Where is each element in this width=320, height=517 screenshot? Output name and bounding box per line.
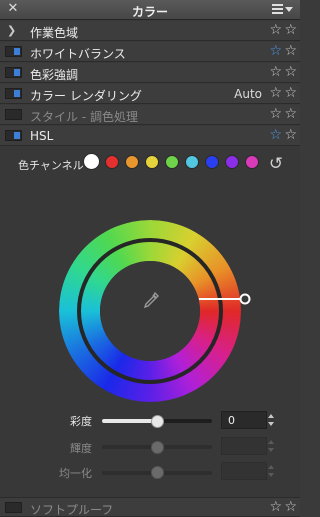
star-icon[interactable]: ☆ <box>269 85 282 101</box>
luminance-slider-knob[interactable] <box>151 441 164 454</box>
saturation-stepper[interactable] <box>267 411 275 429</box>
section-white-balance[interactable]: ホワイトバランス ☆ ☆ <box>0 42 300 62</box>
star-icon[interactable]: ☆ <box>284 127 297 143</box>
star-icon[interactable]: ☆ <box>284 85 297 101</box>
enable-checkbox[interactable] <box>5 88 22 99</box>
enable-checkbox[interactable] <box>5 109 22 120</box>
luminance-value-field[interactable] <box>221 437 267 455</box>
star-icon[interactable]: ☆ <box>284 499 297 515</box>
hue-color-wheel[interactable] <box>59 220 251 402</box>
uniformity-slider-knob[interactable] <box>151 466 164 479</box>
section-label: 色彩強調 <box>30 68 79 82</box>
chevron-right-icon[interactable]: ❯ <box>7 24 16 37</box>
channel-swatch-purple[interactable] <box>225 155 239 169</box>
channel-swatch-green[interactable] <box>165 155 179 169</box>
section-color-enhance[interactable]: 色彩強調 ☆ ☆ <box>0 63 300 83</box>
saturation-value-field[interactable]: 0 <box>221 411 267 429</box>
star-icon[interactable]: ☆ <box>284 43 297 59</box>
window-title: カラー <box>131 5 168 19</box>
section-color-rendering[interactable]: カラー レンダリング Auto ☆ ☆ <box>0 84 300 104</box>
channel-swatch-red[interactable] <box>105 155 119 169</box>
section-label: 作業色域 <box>30 26 79 40</box>
star-icon[interactable]: ☆ <box>269 106 282 122</box>
channel-swatch-cyan[interactable] <box>185 155 199 169</box>
saturation-slider-knob[interactable] <box>151 415 164 428</box>
uniformity-value-field[interactable] <box>221 462 267 480</box>
enable-checkbox[interactable] <box>5 130 22 141</box>
section-label: スタイル - 調色処理 <box>30 110 138 124</box>
star-icon[interactable]: ☆ <box>269 499 282 515</box>
menu-icon[interactable] <box>272 2 294 16</box>
section-label: ホワイトバランス <box>30 47 126 61</box>
enable-checkbox[interactable] <box>5 67 22 78</box>
section-soft-proof[interactable]: ソフトプルーフ ☆ ☆ <box>0 497 300 517</box>
rendering-value[interactable]: Auto <box>234 87 262 101</box>
color-wheel-svg[interactable] <box>59 220 259 402</box>
section-label: カラー レンダリング <box>30 89 142 103</box>
section-working-color-space[interactable]: ❯ 作業色域 ☆ ☆ <box>0 21 300 41</box>
uniformity-label: 均一化 <box>59 467 92 480</box>
title-bar: ✕ カラー <box>0 0 300 20</box>
section-label: ソフトプルーフ <box>30 503 114 517</box>
uniformity-stepper[interactable] <box>267 462 275 480</box>
channel-swatch-yellow[interactable] <box>145 155 159 169</box>
section-hsl[interactable]: HSL ☆ ☆ <box>0 126 300 146</box>
channel-swatch-white[interactable] <box>83 153 100 170</box>
saturation-label: 彩度 <box>70 415 92 428</box>
star-icon[interactable]: ☆ <box>269 43 282 59</box>
luminance-stepper[interactable] <box>267 437 275 455</box>
section-label: HSL <box>30 129 54 143</box>
reset-icon[interactable]: ↺ <box>266 154 286 174</box>
enable-checkbox[interactable] <box>5 502 22 513</box>
star-icon[interactable]: ☆ <box>284 64 297 80</box>
enable-checkbox[interactable] <box>5 46 22 57</box>
star-icon[interactable]: ☆ <box>269 64 282 80</box>
star-icon[interactable]: ☆ <box>284 22 297 38</box>
section-style-toning[interactable]: スタイル - 調色処理 ☆ ☆ <box>0 105 300 125</box>
star-icon[interactable]: ☆ <box>269 22 282 38</box>
star-icon[interactable]: ☆ <box>284 106 297 122</box>
star-icon[interactable]: ☆ <box>269 127 282 143</box>
color-channel-label: 色チャンネル <box>18 159 84 172</box>
channel-swatch-magenta[interactable] <box>245 155 259 169</box>
luminance-label: 輝度 <box>70 442 92 455</box>
hue-handle[interactable] <box>239 293 251 305</box>
channel-swatch-orange[interactable] <box>125 155 139 169</box>
channel-swatch-blue[interactable] <box>205 155 219 169</box>
